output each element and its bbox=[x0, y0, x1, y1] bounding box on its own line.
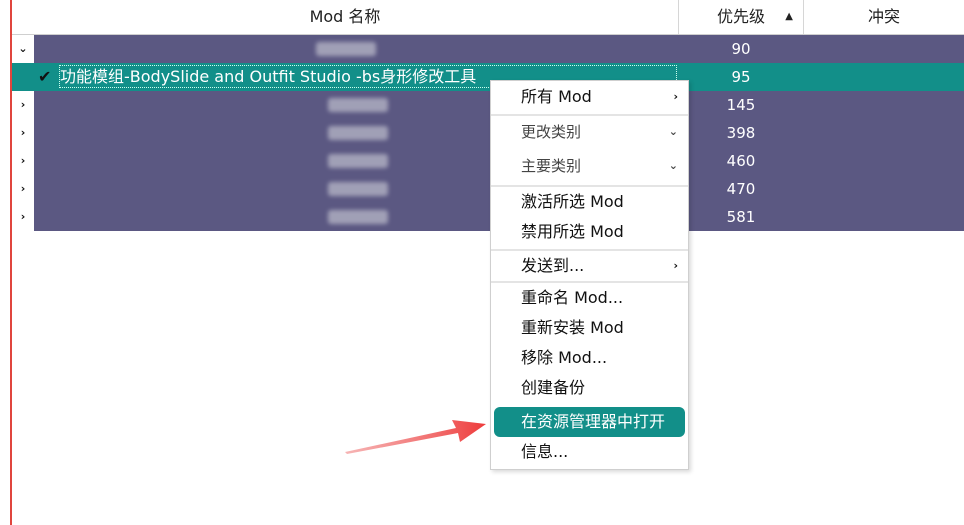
annotation-arrow-icon bbox=[345, 420, 486, 454]
